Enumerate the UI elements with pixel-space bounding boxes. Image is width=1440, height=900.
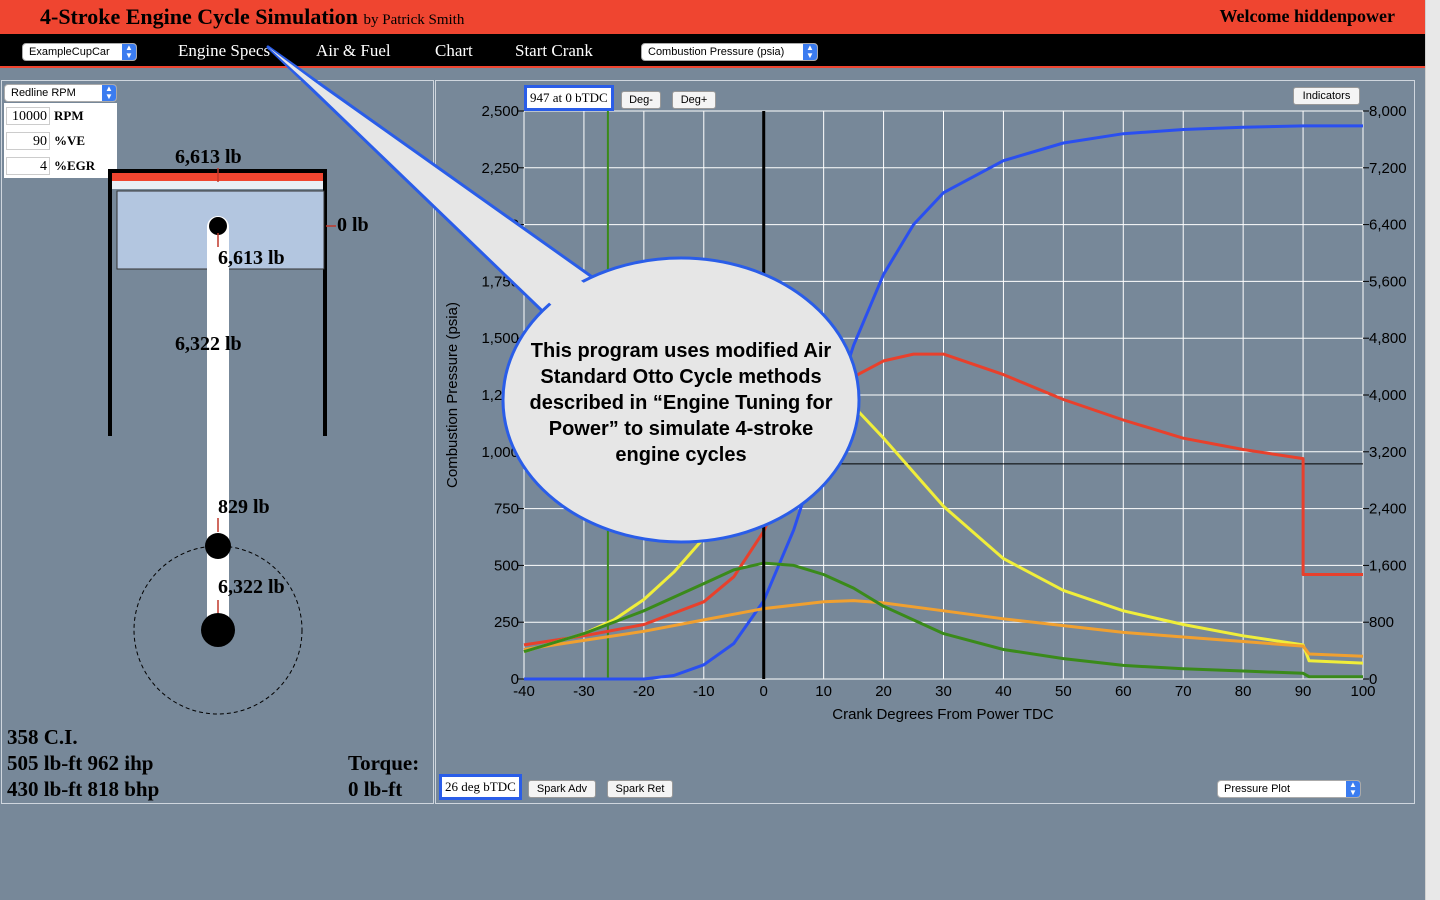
callout-text: This program uses modified Air Standard … (529, 340, 833, 466)
window-scrollbar[interactable] (1425, 0, 1440, 900)
callout-joint (268, 47, 588, 318)
